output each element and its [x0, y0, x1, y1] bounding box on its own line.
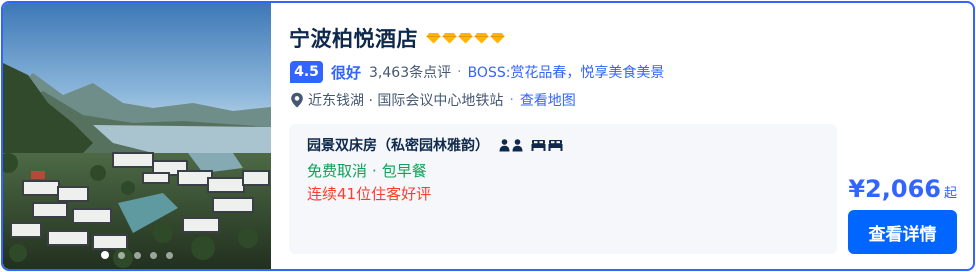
price-amount: ¥2,066 [848, 175, 941, 203]
diamond-icon [442, 33, 457, 44]
hotel-aerial-image [3, 3, 271, 269]
diamond-icon [458, 33, 473, 44]
location-row: 近东钱湖 · 国际会议中心地铁站 · 查看地图 [290, 90, 576, 110]
room-offer[interactable]: 园景双床房（私密园林雅韵） 免费取消 · 包早餐 连续41位住客好评 [289, 124, 837, 254]
review-count-link[interactable]: 3,463条点评 [369, 62, 451, 82]
location-text: 近东钱湖 · 国际会议中心地铁站 [308, 93, 504, 109]
hotel-name[interactable]: 宁波柏悦酒店 [289, 23, 418, 53]
diamond-rating [426, 32, 505, 44]
price-suffix: 起 [943, 186, 957, 201]
room-name-row: 园景双床房（私密园林雅韵） [307, 135, 563, 155]
breakfast-tag: 包早餐 [381, 162, 427, 180]
diamond-icon [490, 33, 505, 44]
policy-separator: · [372, 161, 377, 180]
diamond-icon [426, 33, 441, 44]
hotel-title-row: 宁波柏悦酒店 [289, 23, 505, 53]
hotel-tagline[interactable]: BOSS:赏花品春，悦享美食美景 [468, 62, 665, 82]
gallery-dot-3[interactable] [134, 251, 141, 259]
view-details-button[interactable]: 查看详情 [848, 210, 957, 254]
separator-dot: · [457, 64, 462, 80]
gallery-dot-4[interactable] [150, 251, 157, 259]
gallery-dot-2[interactable] [118, 251, 125, 259]
score-badge: 4.5 [290, 61, 323, 83]
hotel-card[interactable]: 宁波柏悦酒店 4.5 很好 3,463条点评 · BOSS:赏花品春，悦享美食美… [1, 1, 975, 271]
location-pin-icon [291, 92, 303, 108]
separator-dot: · [509, 92, 514, 108]
free-cancel-tag: 免费取消 [307, 162, 368, 180]
view-map-link[interactable]: 查看地图 [520, 90, 576, 110]
room-policies: 免费取消 · 包早餐 [307, 160, 427, 181]
room-capacity-icons [499, 138, 563, 152]
room-name: 园景双床房（私密园林雅韵） [307, 138, 489, 154]
promo-text: 连续41位住客好评 [307, 185, 432, 203]
hotel-photo[interactable] [3, 3, 271, 269]
twin-bed-icon [548, 140, 563, 151]
rating-word: 很好 [331, 63, 362, 82]
diamond-icon [474, 33, 489, 44]
person-icon [512, 138, 523, 151]
gallery-dot-1[interactable] [101, 251, 109, 259]
price: ¥2,066 起 [848, 175, 957, 203]
person-icon [499, 138, 510, 151]
gallery-dot-5[interactable] [166, 251, 173, 259]
gallery-dots [3, 251, 271, 259]
rating-row: 4.5 很好 3,463条点评 · BOSS:赏花品春，悦享美食美景 [290, 61, 664, 83]
twin-bed-icon [531, 140, 546, 151]
